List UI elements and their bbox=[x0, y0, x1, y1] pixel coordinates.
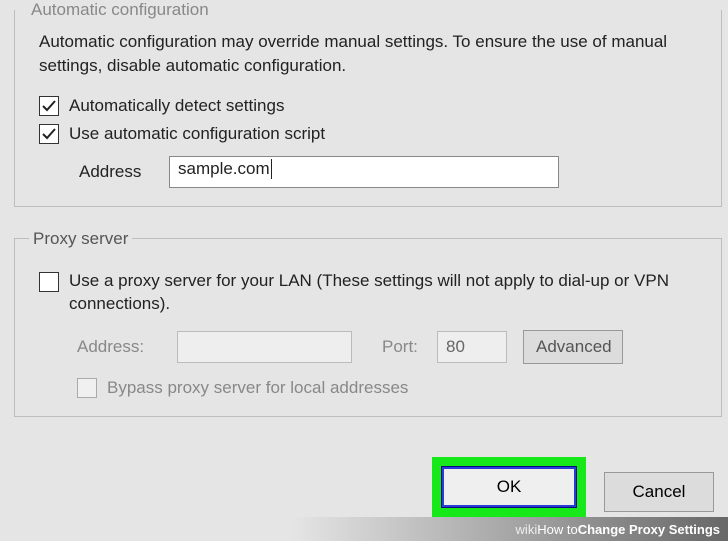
auto-detect-label: Automatically detect settings bbox=[69, 96, 284, 116]
auto-script-checkbox[interactable] bbox=[39, 124, 59, 144]
auto-detect-row[interactable]: Automatically detect settings bbox=[39, 96, 707, 116]
use-proxy-row[interactable]: Use a proxy server for your LAN (These s… bbox=[39, 269, 707, 317]
proxy-address-row: Address: Port: Advanced bbox=[77, 330, 707, 364]
ok-button[interactable]: OK bbox=[442, 467, 576, 507]
auto-script-row[interactable]: Use automatic configuration script bbox=[39, 124, 707, 144]
bypass-proxy-row: Bypass proxy server for local addresses bbox=[77, 378, 707, 398]
script-address-row: Address sample.com bbox=[79, 156, 707, 188]
use-proxy-checkbox[interactable] bbox=[39, 272, 59, 292]
script-address-label: Address bbox=[79, 162, 169, 182]
automatic-configuration-legend: Automatic configuration bbox=[27, 0, 213, 20]
use-proxy-label: Use a proxy server for your LAN (These s… bbox=[69, 269, 707, 317]
caption-brand: wiki bbox=[516, 522, 538, 537]
proxy-address-input bbox=[177, 331, 352, 363]
dialog-footer: OK Cancel bbox=[0, 457, 728, 517]
text-caret bbox=[271, 159, 272, 179]
wikihow-caption: wiki How to Change Proxy Settings bbox=[0, 517, 728, 541]
checkmark-icon bbox=[41, 126, 57, 142]
bypass-proxy-checkbox bbox=[77, 378, 97, 398]
proxy-address-label: Address: bbox=[77, 337, 177, 357]
automatic-configuration-description: Automatic configuration may override man… bbox=[39, 30, 707, 78]
lan-settings-panel: Automatic configuration Automatic config… bbox=[0, 0, 728, 417]
auto-detect-checkbox[interactable] bbox=[39, 96, 59, 116]
script-address-input[interactable]: sample.com bbox=[169, 156, 559, 188]
automatic-configuration-group: Automatic configuration Automatic config… bbox=[14, 0, 722, 207]
bypass-proxy-label: Bypass proxy server for local addresses bbox=[107, 378, 408, 398]
proxy-server-group: Proxy server Use a proxy server for your… bbox=[14, 229, 722, 418]
proxy-server-legend: Proxy server bbox=[29, 229, 132, 249]
auto-script-label: Use automatic configuration script bbox=[69, 124, 325, 144]
proxy-port-input bbox=[437, 331, 507, 363]
checkmark-icon bbox=[41, 98, 57, 114]
caption-title: Change Proxy Settings bbox=[578, 522, 720, 537]
caption-how: How to bbox=[537, 522, 577, 537]
advanced-button[interactable]: Advanced bbox=[523, 330, 623, 364]
proxy-port-label: Port: bbox=[382, 337, 437, 357]
ok-highlight: OK bbox=[432, 457, 586, 517]
cancel-button[interactable]: Cancel bbox=[604, 472, 714, 512]
